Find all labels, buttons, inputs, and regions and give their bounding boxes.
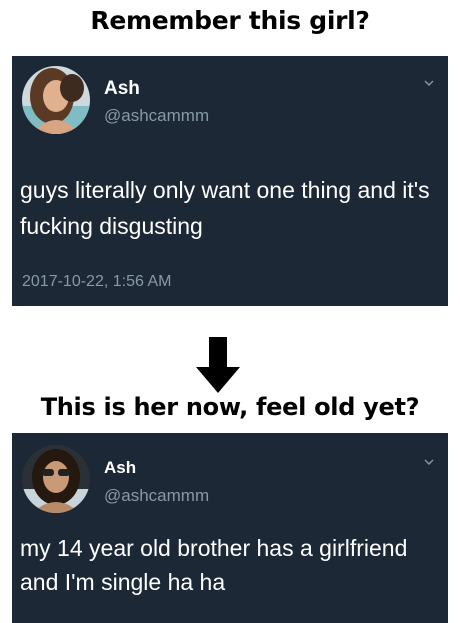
top-caption: Remember this girl? <box>90 6 370 35</box>
tweet-text: guys literally only want one thing and i… <box>20 177 430 239</box>
chevron-down-icon[interactable] <box>424 457 434 467</box>
tweet-card-new: Ash @ashcammm my 14 year old brother has… <box>12 433 448 623</box>
chevron-down-icon[interactable] <box>424 78 434 88</box>
down-arrow-icon <box>196 337 240 393</box>
display-name[interactable]: Ash <box>104 78 140 100</box>
user-handle[interactable]: @ashcammm <box>104 106 209 126</box>
tweet-timestamp[interactable]: 2017-10-22, 1:56 AM <box>22 273 171 291</box>
display-name[interactable]: Ash <box>104 458 136 478</box>
user-handle[interactable]: @ashcammm <box>104 486 209 506</box>
tweet-card-old: Ash @ashcammm guys literally only want o… <box>12 56 448 306</box>
avatar[interactable] <box>22 66 90 134</box>
tweet-text: my 14 year old brother has a girlfriend … <box>20 535 408 595</box>
middle-caption: This is her now, feel old yet? <box>40 393 420 421</box>
avatar[interactable] <box>22 445 90 513</box>
